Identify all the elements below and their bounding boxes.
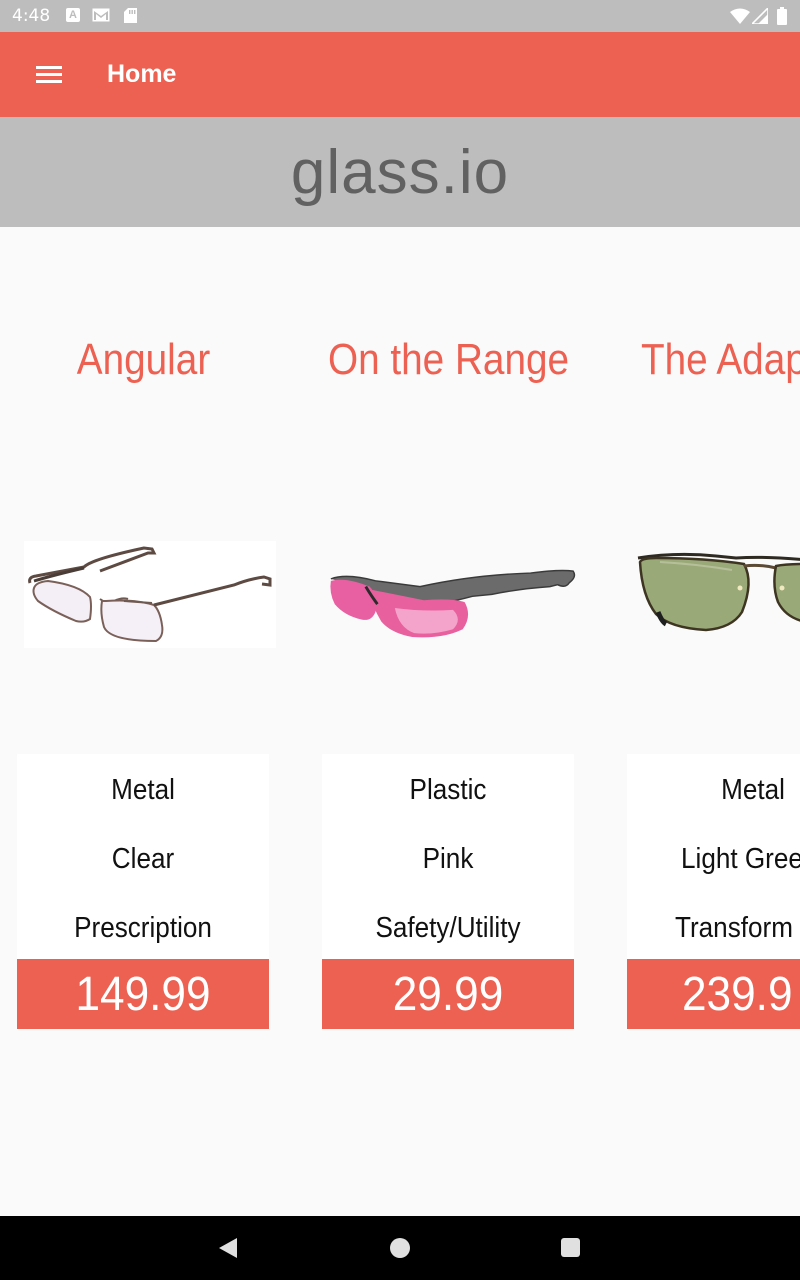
product-specs: Metal Clear Prescription [17, 754, 269, 959]
sd-card-icon [124, 8, 137, 23]
price-button[interactable]: 29.99 [322, 959, 574, 1029]
product-card[interactable]: The Adap Metal Light Gree Transform 239.… [627, 227, 800, 1216]
green-lens-metal-glasses-image [637, 552, 800, 632]
status-bar: 4:48 A [0, 0, 800, 32]
product-name: The Adap [641, 335, 800, 384]
product-card[interactable]: Angular Metal Clear Prescription 149.99 [17, 227, 276, 1216]
product-price: 29.99 [392, 968, 504, 1021]
pink-sport-sunglasses-image [330, 569, 576, 638]
menu-icon[interactable] [36, 66, 62, 84]
product-card[interactable]: On the Range Plastic Pink Safety/Utility… [322, 227, 576, 1216]
signal-icon [752, 8, 768, 24]
lens-color: Pink [422, 843, 474, 875]
glasses-type: Transform [675, 912, 793, 944]
product-carousel[interactable]: Angular Metal Clear Prescription 149.99 … [0, 227, 800, 1216]
recents-icon[interactable] [561, 1238, 580, 1257]
brand-logo-text: glass.io [290, 138, 510, 207]
app-bar: Home [0, 32, 800, 117]
back-icon[interactable] [219, 1238, 237, 1258]
lens-color: Light Gree [681, 843, 800, 875]
battery-icon [777, 7, 787, 25]
brand-banner: glass.io [0, 117, 800, 227]
product-price: 149.99 [75, 968, 211, 1021]
lens-color: Clear [111, 843, 175, 875]
product-specs: Metal Light Gree Transform [627, 754, 800, 959]
product-specs: Plastic Pink Safety/Utility [322, 754, 574, 959]
frame-material: Plastic [409, 774, 487, 806]
frame-material: Metal [721, 774, 785, 806]
rimless-prescription-glasses-image [24, 541, 276, 648]
product-name: On the Range [327, 335, 570, 384]
page-title: Home [107, 60, 177, 88]
price-button[interactable]: 149.99 [17, 959, 269, 1029]
gmail-icon [92, 8, 110, 22]
status-time: 4:48 [12, 6, 51, 26]
glasses-type: Prescription [74, 912, 212, 944]
a-notification-icon: A [66, 8, 80, 22]
glasses-type: Safety/Utility [375, 912, 521, 944]
frame-material: Metal [111, 774, 175, 806]
product-name: Angular [76, 335, 211, 384]
system-nav-bar [0, 1216, 800, 1280]
product-price: 239.9 [682, 968, 793, 1021]
wifi-icon [730, 8, 750, 24]
home-icon[interactable] [390, 1238, 410, 1258]
price-button[interactable]: 239.9 [627, 959, 800, 1029]
